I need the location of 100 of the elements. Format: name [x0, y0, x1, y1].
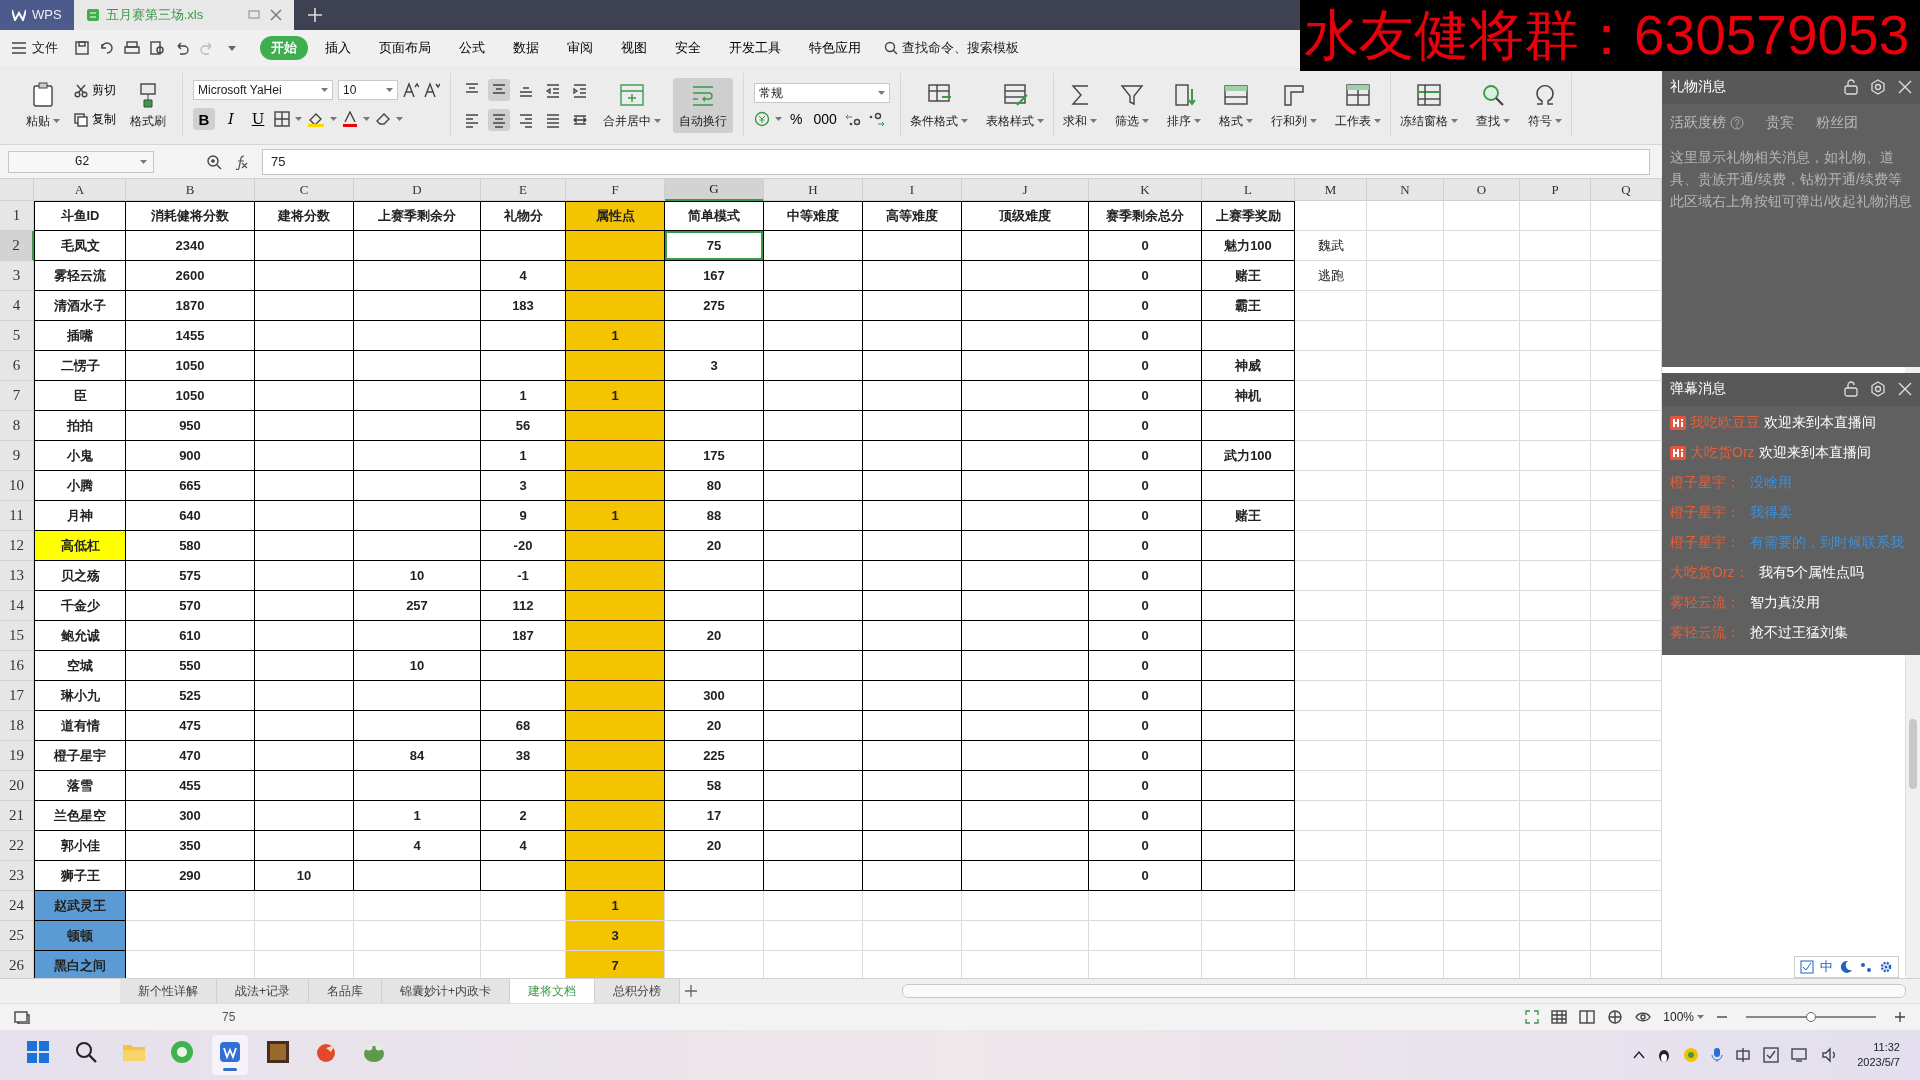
row-header[interactable]: 2	[0, 231, 34, 261]
table-cell[interactable]: 1050	[126, 351, 255, 381]
row-header[interactable]: 19	[0, 741, 34, 771]
column-header[interactable]: D	[354, 179, 481, 201]
column-header[interactable]: L	[1202, 179, 1295, 201]
ribbon-button[interactable]: 行和列	[1265, 77, 1323, 133]
column-header[interactable]: P	[1520, 179, 1591, 201]
clock[interactable]: 11:32 2023/5/7	[1857, 1040, 1900, 1070]
row-header[interactable]: 1	[0, 201, 34, 231]
ribbon-button[interactable]: 筛选	[1109, 77, 1155, 133]
table-cell[interactable]: 10	[354, 651, 481, 681]
table-cell[interactable]: 0	[1089, 621, 1202, 651]
table-cell[interactable]: 简单模式	[665, 201, 764, 231]
table-cell[interactable]: 斗鱼ID	[34, 201, 126, 231]
menu-tab[interactable]: 数据	[502, 36, 550, 60]
menu-tab[interactable]: 公式	[448, 36, 496, 60]
font-family-select[interactable]: Microsoft YaHei	[193, 80, 333, 100]
table-cell[interactable]: 470	[126, 741, 255, 771]
menu-tab[interactable]: 特色应用	[798, 36, 872, 60]
table-cell[interactable]: 兰色星空	[34, 801, 126, 831]
zoom-level[interactable]: 100%	[1663, 1010, 1704, 1024]
table-cell[interactable]: 小鬼	[34, 441, 126, 471]
table-cell[interactable]: 小腾	[34, 471, 126, 501]
column-header[interactable]: K	[1089, 179, 1202, 201]
table-cell[interactable]: 0	[1089, 531, 1202, 561]
table-cell[interactable]: 10	[255, 861, 354, 891]
table-cell[interactable]: 1455	[126, 321, 255, 351]
row-header[interactable]: 14	[0, 591, 34, 621]
table-cell[interactable]: 580	[126, 531, 255, 561]
table-cell[interactable]: 0	[1089, 471, 1202, 501]
table-cell[interactable]: 建将分数	[255, 201, 354, 231]
table-cell[interactable]: 琳小九	[34, 681, 126, 711]
table-cell[interactable]: 0	[1089, 651, 1202, 681]
table-cell[interactable]: 1870	[126, 291, 255, 321]
menu-tab[interactable]: 开发工具	[718, 36, 792, 60]
column-header[interactable]: G	[665, 179, 764, 201]
table-cell[interactable]: 魅力100	[1202, 231, 1295, 261]
table-cell[interactable]: 鲍允诚	[34, 621, 126, 651]
row-header[interactable]: 7	[0, 381, 34, 411]
ribbon-button[interactable]: 冻结窗格	[1394, 77, 1464, 133]
column-header[interactable]: C	[255, 179, 354, 201]
sheet-tab[interactable]: 锦囊妙计+内政卡	[382, 979, 511, 1003]
table-cell[interactable]: 0	[1089, 861, 1202, 891]
table-cell[interactable]: 300	[665, 681, 764, 711]
table-cell[interactable]: 神威	[1202, 351, 1295, 381]
table-cell[interactable]: 赛季剩余总分	[1089, 201, 1202, 231]
table-cell[interactable]: 1	[354, 801, 481, 831]
table-cell[interactable]: 属性点	[566, 201, 665, 231]
table-cell[interactable]: 0	[1089, 681, 1202, 711]
row-header[interactable]: 12	[0, 531, 34, 561]
row-header[interactable]: 17	[0, 681, 34, 711]
column-header[interactable]: J	[962, 179, 1089, 201]
format-button[interactable]: I	[220, 108, 242, 130]
ribbon-button[interactable]: 查找	[1470, 77, 1516, 133]
ribbon-button[interactable]: 符号	[1522, 77, 1568, 133]
table-cell[interactable]: 落雪	[34, 771, 126, 801]
menu-tab[interactable]: 审阅	[556, 36, 604, 60]
table-cell[interactable]: 290	[126, 861, 255, 891]
table-cell[interactable]: 0	[1089, 831, 1202, 861]
table-cell[interactable]: 臣	[34, 381, 126, 411]
column-header[interactable]: B	[126, 179, 255, 201]
sheet-tab[interactable]: 总积分榜	[595, 979, 681, 1003]
table-cell[interactable]: 上赛季剩余分	[354, 201, 481, 231]
table-cell[interactable]: 900	[126, 441, 255, 471]
table-cell[interactable]: 神机	[1202, 381, 1295, 411]
table-cell[interactable]: 武力100	[1202, 441, 1295, 471]
menu-tab[interactable]: 插入	[314, 36, 362, 60]
wrap-text-button[interactable]: 自动换行	[673, 77, 733, 133]
table-cell[interactable]: 拍拍	[34, 411, 126, 441]
name-box[interactable]: G2	[8, 150, 154, 173]
table-cell[interactable]: 3	[665, 351, 764, 381]
table-cell[interactable]: 毛凤文	[34, 231, 126, 261]
row-header[interactable]: 16	[0, 651, 34, 681]
table-cell[interactable]: 475	[126, 711, 255, 741]
table-cell[interactable]: 0	[1089, 441, 1202, 471]
row-header[interactable]: 25	[0, 921, 34, 951]
table-cell[interactable]: 橙子星宇	[34, 741, 126, 771]
row-header[interactable]: 15	[0, 621, 34, 651]
table-cell[interactable]: 350	[126, 831, 255, 861]
table-cell[interactable]: 1050	[126, 381, 255, 411]
formula-input[interactable]: 75	[262, 148, 1650, 175]
font-size-select[interactable]: 10	[338, 80, 398, 100]
sheet-tab[interactable]: 名品库	[309, 979, 382, 1003]
table-cell[interactable]: 消耗健将分数	[126, 201, 255, 231]
table-cell[interactable]: 20	[665, 831, 764, 861]
row-header[interactable]: 24	[0, 891, 34, 921]
table-cell[interactable]: 80	[665, 471, 764, 501]
table-cell[interactable]: 0	[1089, 711, 1202, 741]
table-cell[interactable]: 上赛季奖励	[1202, 201, 1295, 231]
table-cell[interactable]: 175	[665, 441, 764, 471]
table-cell[interactable]: 20	[665, 531, 764, 561]
table-cell[interactable]: 千金少	[34, 591, 126, 621]
ribbon-button[interactable]: 工作表	[1329, 77, 1387, 133]
command-search[interactable]: 查找命令、搜索模板	[884, 39, 1019, 57]
table-cell[interactable]: 10	[354, 561, 481, 591]
table-cell[interactable]: 道有情	[34, 711, 126, 741]
table-cell[interactable]: 霸王	[1202, 291, 1295, 321]
format-painter-button[interactable]: 格式刷	[124, 77, 172, 133]
row-header[interactable]: 20	[0, 771, 34, 801]
row-header[interactable]: 4	[0, 291, 34, 321]
